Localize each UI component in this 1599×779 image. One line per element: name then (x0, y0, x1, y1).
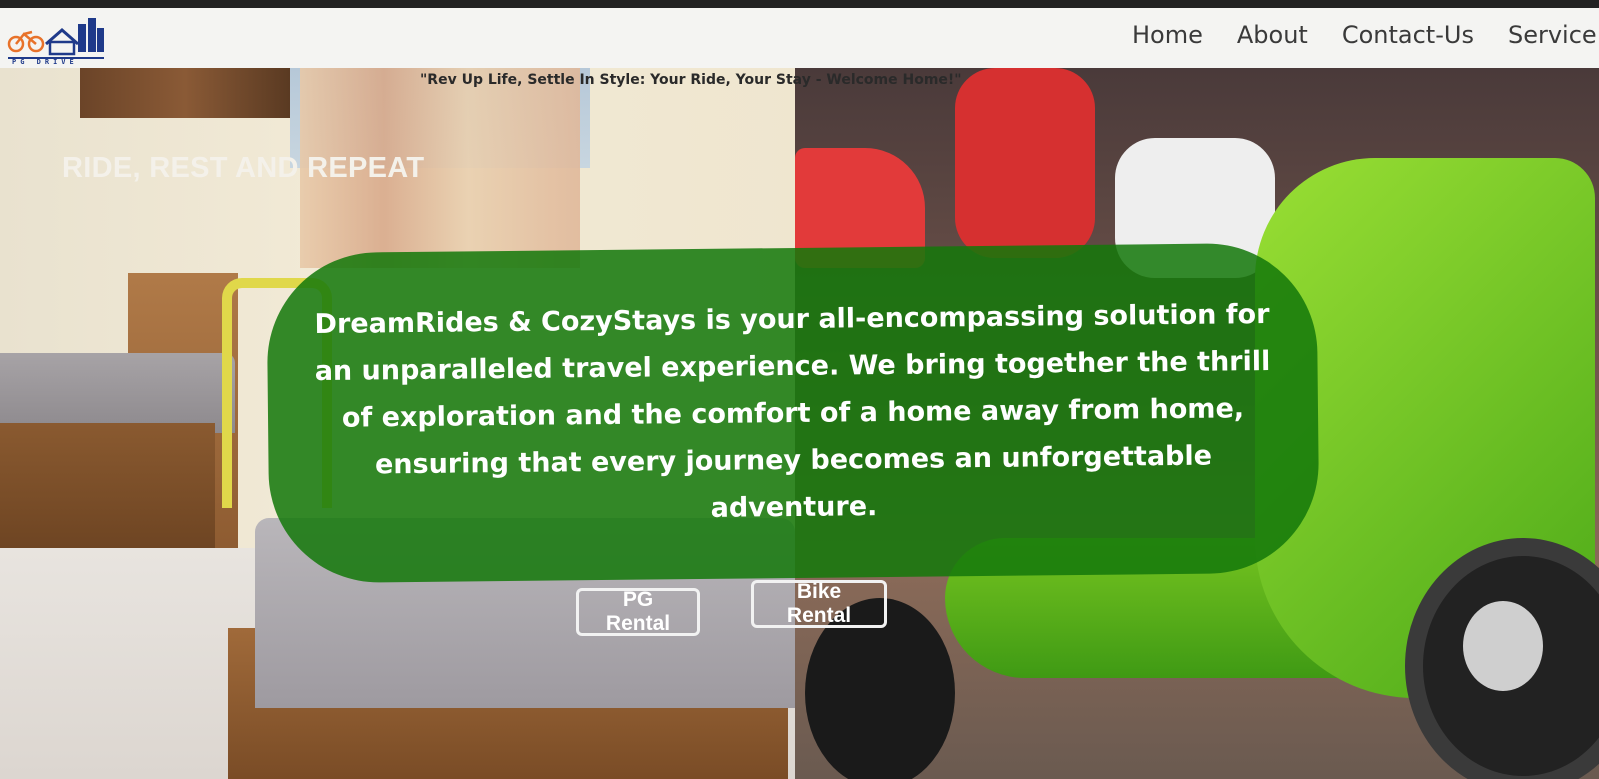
site-logo[interactable]: PG DRIVE (6, 14, 106, 66)
nav-service-link[interactable]: Service (1508, 21, 1597, 49)
bike-rental-button[interactable]: Bike Rental (751, 580, 887, 628)
nav-contact-link[interactable]: Contact-Us (1342, 21, 1474, 49)
logo-text: PG DRIVE (12, 58, 78, 66)
nav-menu: Home About Contact-Us Service (1132, 8, 1597, 62)
room-cabinet (80, 68, 290, 118)
hero-title: RIDE, REST AND REPEAT (62, 152, 425, 184)
nav-home-link[interactable]: Home (1132, 21, 1203, 49)
scooter-red-handle (955, 68, 1095, 258)
hero-section: "Rev Up Life, Settle In Style: Your Ride… (0, 68, 1599, 779)
intro-card: DreamRides & CozyStays is your all-encom… (266, 242, 1320, 584)
room-bed-left-base (0, 423, 215, 553)
screen-top-edge (0, 0, 1599, 8)
intro-text: DreamRides & CozyStays is your all-encom… (314, 298, 1271, 524)
nav-about-link[interactable]: About (1237, 21, 1308, 49)
pg-rental-button[interactable]: PG Rental (576, 588, 700, 636)
navbar: PG DRIVE Home About Contact-Us Service (0, 8, 1599, 68)
hero-tagline: "Rev Up Life, Settle In Style: Your Ride… (420, 72, 962, 88)
room-bed-left (0, 353, 235, 433)
